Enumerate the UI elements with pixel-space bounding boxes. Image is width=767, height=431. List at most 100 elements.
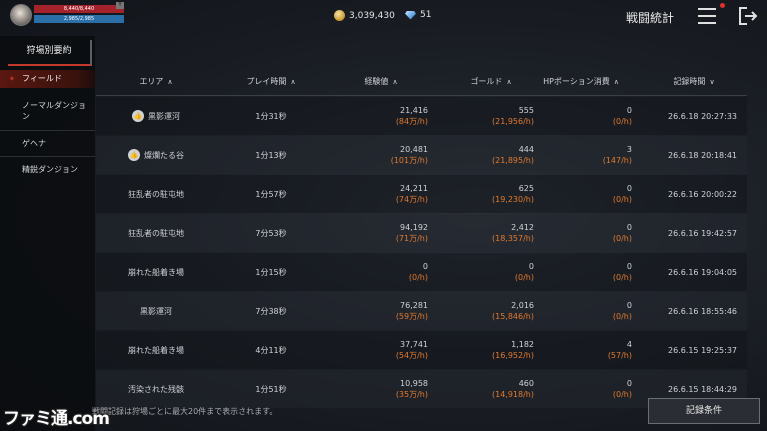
exp-cell: 76,281 (59万/h) <box>326 292 428 330</box>
sidebar-item-label: フィールド <box>22 74 62 83</box>
column-header-gold[interactable]: ゴールド ∧ <box>436 68 546 96</box>
sort-up-icon: ∧ <box>506 78 512 86</box>
potion-value: 3 <box>626 145 632 154</box>
gold-cell: 625 (19,230/h) <box>436 175 534 213</box>
sidebar-item-label: ノーマルダンジョン <box>22 101 86 121</box>
sidebar-heading: 狩場別要約 <box>8 40 92 66</box>
divider <box>0 156 95 157</box>
gem-display: 51 <box>405 10 431 20</box>
area-cell: 狂乱者の駐屯地 <box>96 214 216 252</box>
gold-value: 555 <box>518 106 534 115</box>
sort-down-icon: ∨ <box>709 78 715 86</box>
sort-up-icon: ∧ <box>290 78 296 86</box>
top-bar: 8,440/8,440 2,985/2,985 Y 3,039,430 51 戦… <box>0 0 767 34</box>
exp-rate: (101万/h) <box>390 156 428 165</box>
record-time-cell: 26.6.16 19:04:05 <box>667 267 737 277</box>
potion-cell: 4 (57/h) <box>541 331 632 369</box>
sort-up-icon: ∧ <box>613 78 619 86</box>
record-time-cell: 26.6.16 20:00:22 <box>667 189 737 199</box>
sidebar-item-normal-dungeon[interactable]: ノーマルダンジョン <box>0 100 95 124</box>
gold-rate: (14,918/h) <box>492 390 534 399</box>
gold-value: 1,182 <box>511 340 534 349</box>
exp-rate: (71万/h) <box>395 234 428 243</box>
area-cell: 崩れた船着き場 <box>96 331 216 369</box>
potion-cell: 0 (0/h) <box>541 175 632 213</box>
area-cell: 👍 燦爛たる谷 <box>96 136 216 174</box>
sidebar-item-label: 精鋭ダンジョン <box>22 165 78 174</box>
gold-rate: (18,357/h) <box>492 234 534 243</box>
thumbs-up-icon: 👍 <box>132 110 144 122</box>
area-cell: 黒影運河 <box>96 292 216 330</box>
record-time-cell: 26.6.18 20:18:41 <box>667 150 737 160</box>
gold-cell: 2,016 (15,846/h) <box>436 292 534 330</box>
area-cell: 👍 黒影運河 <box>96 97 216 135</box>
exp-cell: 20,481 (101万/h) <box>326 136 428 174</box>
potion-value: 4 <box>626 340 632 349</box>
watermark-logo: ファミ通.com <box>3 409 110 429</box>
gold-value: 460 <box>518 379 534 388</box>
column-header-exp[interactable]: 経験値 ∧ <box>326 68 436 96</box>
record-conditions-button[interactable]: 記録条件 <box>648 398 760 424</box>
table-row[interactable]: 崩れた船着き場 1分15秒 0 (0/h) 0 (0/h) 0 (0/h) 26.6.16 19… <box>96 253 747 291</box>
exit-icon[interactable] <box>738 7 758 25</box>
hp-value: 8,440/8,440 <box>63 6 95 12</box>
active-marker-icon: ✶ <box>9 75 15 83</box>
sidebar-item-elite-dungeon[interactable]: 精鋭ダンジョン <box>0 164 95 188</box>
table-row[interactable]: 👍 黒影運河 1分31秒 21,416 (84万/h) 555 (21,956/h) 0 (0/… <box>96 97 747 135</box>
column-header-record-time[interactable]: 記録時間 ∨ <box>641 68 747 96</box>
table-row[interactable]: 崩れた船着き場 4分11秒 37,741 (54万/h) 1,182 (16,952/h)… <box>96 331 747 369</box>
potion-rate: (0/h) <box>612 273 632 282</box>
potion-cell: 3 (147/h) <box>541 136 632 174</box>
sidebar-item-field[interactable]: ✶ フィールド <box>0 70 95 88</box>
exp-cell: 0 (0/h) <box>326 253 428 291</box>
avatar[interactable] <box>10 4 32 26</box>
status-badge: Y <box>116 2 124 9</box>
sidebar: 狩場別要約 ✶ フィールド ノーマルダンジョン ゲヘナ 精鋭ダンジョン <box>0 36 95 431</box>
gold-rate: (19,230/h) <box>492 195 534 204</box>
gold-value: 2,016 <box>511 301 534 310</box>
potion-rate: (147/h) <box>602 156 632 165</box>
footer-note: 戦闘記録は狩場ごとに最大20件まで表示されます。 <box>92 407 278 416</box>
record-time-cell: 26.6.16 18:55:46 <box>667 306 737 316</box>
table-row[interactable]: 黒影運河 7分38秒 76,281 (59万/h) 2,016 (15,846/h) 0 (0… <box>96 292 747 330</box>
potion-value: 0 <box>626 184 632 193</box>
gold-cell: 460 (14,918/h) <box>436 370 534 408</box>
hp-bar: 8,440/8,440 <box>34 5 124 13</box>
column-header-hp-potion[interactable]: HPポーション消費 ∧ <box>541 68 621 96</box>
exp-cell: 21,416 (84万/h) <box>326 97 428 135</box>
exp-rate: (84万/h) <box>395 117 428 126</box>
column-label: エリア <box>139 77 164 86</box>
exp-cell: 37,741 (54万/h) <box>326 331 428 369</box>
column-header-area[interactable]: エリア ∧ <box>96 68 216 96</box>
potion-rate: (0/h) <box>612 312 632 321</box>
gold-cell: 1,182 (16,952/h) <box>436 331 534 369</box>
exp-value: 0 <box>422 262 428 271</box>
exp-rate: (35万/h) <box>395 390 428 399</box>
potion-value: 0 <box>626 262 632 271</box>
gem-amount: 51 <box>420 10 432 20</box>
table-row[interactable]: 狂乱者の駐屯地 7分53秒 94,192 (71万/h) 2,412 (18,357/h)… <box>96 214 747 252</box>
column-label: HPポーション消費 <box>543 77 610 86</box>
sidebar-item-gehenna[interactable]: ゲヘナ <box>0 138 95 150</box>
hamburger-menu-icon[interactable] <box>698 8 716 24</box>
record-time-cell: 26.6.15 19:25:37 <box>667 345 737 355</box>
sidebar-item-label: ゲヘナ <box>22 139 46 148</box>
exp-value: 21,416 <box>400 106 428 115</box>
column-label: ゴールド <box>470 77 503 86</box>
table-row[interactable]: 👍 燦爛たる谷 1分13秒 20,481 (101万/h) 444 (21,895/h) 3 (… <box>96 136 747 174</box>
gold-cell: 555 (21,956/h) <box>436 97 534 135</box>
area-name: 燦爛たる谷 <box>144 150 184 160</box>
column-header-play-time[interactable]: プレイ時間 ∧ <box>216 68 326 96</box>
potion-value: 0 <box>626 379 632 388</box>
area-name: 汚染された残骸 <box>128 384 184 394</box>
exp-value: 24,211 <box>400 184 428 193</box>
area-name: 黒影運河 <box>140 306 172 316</box>
area-name: 黒影運河 <box>148 111 180 121</box>
area-name: 狂乱者の駐屯地 <box>128 189 184 199</box>
mp-bar: 2,985/2,985 <box>34 15 124 23</box>
area-cell: 汚染された残骸 <box>96 370 216 408</box>
gold-rate: (16,952/h) <box>492 351 534 360</box>
potion-rate: (0/h) <box>612 195 632 204</box>
table-row[interactable]: 狂乱者の駐屯地 1分57秒 24,211 (74万/h) 625 (19,230/h) 0 (… <box>96 175 747 213</box>
play-time-cell: 1分13秒 <box>255 150 287 160</box>
